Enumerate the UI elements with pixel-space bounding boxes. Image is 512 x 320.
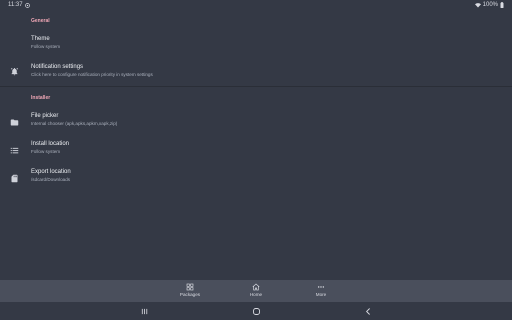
pref-install-location[interactable]: Install location Follow system bbox=[0, 138, 512, 162]
list-icon bbox=[10, 147, 19, 154]
pref-summary: Internal chooser (apk,apks,apkm,xapk,zip… bbox=[31, 121, 118, 126]
wifi-icon bbox=[474, 2, 481, 7]
pref-title: Export location bbox=[31, 169, 71, 175]
back-icon[interactable] bbox=[364, 307, 373, 316]
pref-summary: Follow system bbox=[31, 44, 61, 49]
nav-label: Home bbox=[249, 292, 263, 297]
pref-title: Notification settings bbox=[31, 64, 84, 70]
section-header-general: General bbox=[31, 18, 50, 24]
sd-card-icon bbox=[11, 174, 18, 183]
pref-export-location[interactable]: Export location /sdcard/Downloads bbox=[0, 166, 512, 190]
pref-summary: Click here to configure notification pri… bbox=[31, 72, 153, 77]
pref-title: Theme bbox=[31, 36, 50, 42]
more-horiz-icon bbox=[317, 286, 325, 288]
status-right-group: 100% bbox=[474, 2, 504, 8]
pref-summary: /sdcard/Downloads bbox=[31, 177, 71, 182]
battery-percent: 100% bbox=[482, 2, 498, 8]
clock-text: 11:37 bbox=[8, 2, 23, 8]
pref-notification-settings[interactable]: Notification settings Click here to conf… bbox=[0, 61, 512, 85]
sync-status-icon bbox=[24, 2, 30, 8]
home-icon bbox=[252, 283, 260, 291]
status-time-group: 11:37 bbox=[8, 2, 30, 8]
status-bar: 11:37 100% bbox=[0, 0, 512, 11]
section-header-installer: Installer bbox=[31, 95, 51, 101]
folder-icon bbox=[10, 119, 19, 126]
nav-label: Packages bbox=[179, 292, 201, 297]
section-divider bbox=[0, 86, 512, 87]
recents-icon[interactable] bbox=[140, 307, 149, 316]
nav-packages[interactable]: Packages bbox=[170, 283, 210, 297]
system-navigation-bar bbox=[0, 302, 512, 320]
pref-title: File picker bbox=[31, 113, 59, 119]
nav-more[interactable]: More bbox=[301, 283, 341, 297]
nav-label: More bbox=[315, 292, 327, 297]
alarm-bell-icon bbox=[10, 67, 19, 76]
bottom-navigation: Packages Home More bbox=[0, 280, 512, 302]
pref-theme[interactable]: Theme Follow system bbox=[0, 33, 512, 57]
home-circle-icon[interactable] bbox=[252, 307, 261, 316]
pref-file-picker[interactable]: File picker Internal chooser (apk,apks,a… bbox=[0, 110, 512, 134]
packages-grid-icon bbox=[186, 283, 194, 291]
battery-icon bbox=[500, 2, 504, 8]
pref-summary: Follow system bbox=[31, 149, 61, 154]
pref-title: Install location bbox=[31, 141, 70, 147]
nav-home[interactable]: Home bbox=[236, 283, 276, 297]
